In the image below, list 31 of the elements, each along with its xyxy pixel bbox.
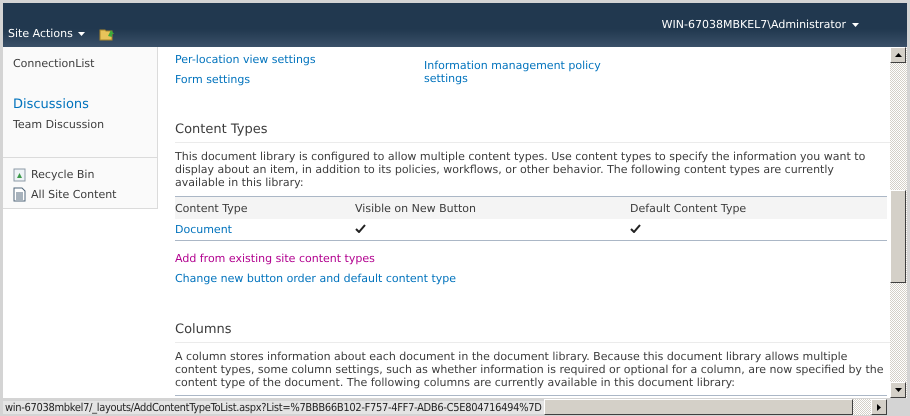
- nav-heading[interactable]: Discussions: [13, 97, 157, 112]
- settings-link[interactable]: Per-location view settings: [175, 53, 424, 66]
- status-url: win-67038mbkel7/_layouts/AddContentTypeToList.aspx?List=%7BBB66B102-F757-4FF7-ADB6-C5E804716494%7D: [3, 400, 544, 414]
- action-link[interactable]: Add from existing site content types: [175, 252, 375, 265]
- nav-link[interactable]: All Site Content: [13, 187, 157, 202]
- caret-icon: [78, 32, 85, 36]
- nav-link[interactable]: Recycle Bin: [13, 167, 157, 182]
- user-menu[interactable]: WIN-67038MBKEL7\Administrator: [662, 18, 859, 31]
- column-header: Default Content Type: [630, 202, 748, 214]
- scroll-up-arrow-icon[interactable]: [894, 53, 902, 57]
- nav-item[interactable]: ConnectionList: [13, 57, 157, 70]
- vertical-scrollbar[interactable]: [890, 47, 907, 398]
- settings-link[interactable]: Information management policy settings: [424, 59, 624, 85]
- content-type-link[interactable]: Document: [175, 223, 232, 236]
- section-description: This document library is configured to allow multiple content types. Use content types to specify the information you want to display about an item, in addition to its policies, workflows, or other behavior. The following content types are currently available in this library:: [175, 149, 866, 189]
- section-heading: Content Types: [175, 122, 890, 143]
- horizontal-scrollbar[interactable]: [544, 399, 887, 415]
- caret-icon: [852, 22, 859, 26]
- action-link[interactable]: Change new button order and default content type: [175, 272, 456, 285]
- section-description: A column stores information about each document in the document library. Because this document library allows multiple content types, some column settings, such as whether information is required or optional for a column, are now specified by the content type of the document. The following columns are currently available in this document library:: [175, 343, 887, 396]
- recycle-bin-icon: [13, 167, 26, 182]
- nav-item[interactable]: Team Discussion: [13, 118, 157, 131]
- column-header: Visible on New Button: [355, 202, 477, 214]
- scroll-right-arrow-icon[interactable]: [877, 404, 881, 410]
- scroll-down-arrow-icon[interactable]: [894, 388, 902, 392]
- site-actions-menu[interactable]: Site Actions: [3, 27, 85, 47]
- document-icon: [13, 187, 26, 202]
- settings-link[interactable]: Form settings: [175, 73, 424, 86]
- folder-up-icon[interactable]: [98, 27, 116, 41]
- column-header: Content Type: [175, 202, 249, 214]
- section-heading: Columns: [175, 322, 890, 343]
